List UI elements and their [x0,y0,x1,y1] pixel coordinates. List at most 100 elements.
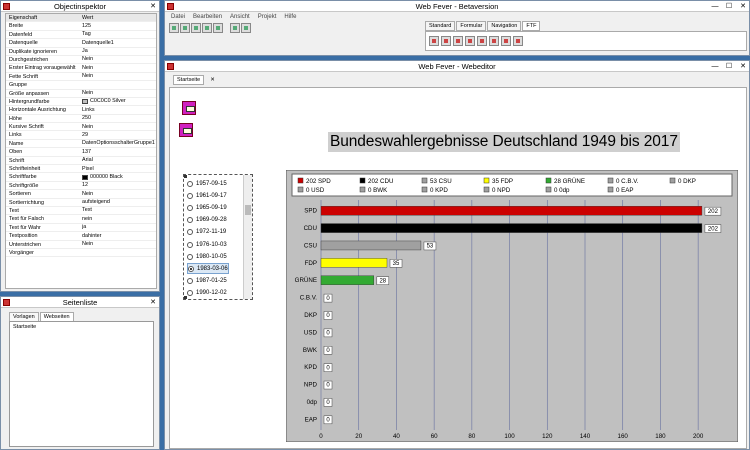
property-value[interactable]: 137 [82,148,156,155]
radio-button[interactable] [187,253,193,260]
menu-hilfe[interactable]: Hilfe [284,14,296,20]
scroll-thumb[interactable] [245,205,251,215]
property-row[interactable]: Gruppe [6,81,156,90]
property-value[interactable]: Nein [82,123,156,130]
property-row[interactable]: Duplikate ignorieren Ja [6,48,156,56]
radio-button[interactable] [187,290,193,297]
eraser-icon[interactable] [441,36,451,46]
object-inspector-titlebar[interactable]: Objectinspektor ✕ [1,1,159,12]
magenta-widget-icon[interactable] [182,101,196,115]
property-value[interactable]: 29 [82,131,156,138]
property-row[interactable]: Text für Falsch nein [6,215,156,224]
menu-projekt[interactable]: Projekt [258,14,277,20]
date-radio-option[interactable]: 1987-01-25 [187,276,227,287]
grid-icon[interactable] [489,36,499,46]
property-value[interactable]: Nein [82,56,156,63]
property-row[interactable]: Datenquelle Datenquelle1 [6,39,156,48]
property-row[interactable]: Text für Wahr ja [6,224,156,233]
property-row[interactable]: Kursive Schrift Nein [6,123,156,132]
ribbon-tab-standard[interactable]: Standard [425,21,456,31]
date-radio-option[interactable]: 1983-03-06 [187,263,229,275]
property-row[interactable]: Sortieren Nein [6,190,156,199]
property-value[interactable]: C0C0C0 Silver [82,98,156,105]
property-value[interactable] [82,249,156,256]
ribbon-tab-navigation[interactable]: Navigation [487,21,522,31]
property-value[interactable]: Arial [82,157,156,164]
toolbar-icon[interactable] [180,23,190,33]
property-value[interactable]: ja [82,224,156,231]
chart-icon[interactable] [513,36,523,46]
minimize-icon[interactable]: — [711,61,719,72]
minimize-icon[interactable]: — [711,1,719,12]
date-radio-option[interactable]: 1957-09-15 [187,178,227,189]
ribbon-tab-ftf[interactable]: FTF [522,21,541,31]
property-value[interactable]: Text [82,207,156,214]
date-radio-option[interactable]: 1965-09-19 [187,202,227,213]
property-value[interactable]: Nein [82,73,156,80]
maximize-icon[interactable]: ☐ [725,61,733,72]
main-titlebar[interactable]: Web Fever - Betaversion — ☐ ✕ [165,1,749,12]
property-value[interactable]: Nein [82,190,156,197]
property-row[interactable]: Text Text [6,207,156,216]
property-value[interactable]: aufsteigend [82,199,156,206]
property-row[interactable]: Links 29 [6,131,156,140]
date-radio-option[interactable]: 1990-12-02 [187,288,227,299]
bar-chart[interactable]: 202 SPD 202 CDU 53 CSU 35 FDP 28 GRÜNE 0 C.B.… [286,170,738,442]
magenta-widget-icon[interactable] [179,123,193,137]
property-row[interactable]: Fette Schrift Nein [6,73,156,82]
property-row[interactable]: Höhe 250 [6,115,156,124]
radio-button[interactable] [188,265,194,272]
radio-button[interactable] [187,278,193,285]
radio-button[interactable] [187,229,193,236]
close-icon[interactable]: ✕ [149,297,157,308]
seitenliste-titlebar[interactable]: Seitenliste ✕ [1,297,159,308]
eraser-icon[interactable] [429,36,439,46]
chart-title[interactable]: Bundeswahlergebnisse Deutschland 1949 bi… [328,132,680,152]
property-value[interactable]: 125 [82,22,156,29]
menu-bearbeiten[interactable]: Bearbeiten [193,14,222,20]
property-value[interactable]: Nein [82,241,156,248]
property-row[interactable]: Horizontale Ausrichtung Links [6,106,156,115]
close-tab-icon[interactable]: ✕ [210,77,215,83]
property-row[interactable]: Durchgestrichen Nein [6,56,156,65]
property-value[interactable]: Ja [82,48,156,55]
property-row[interactable]: Breite 125 [6,22,156,31]
property-value[interactable]: 250 [82,115,156,122]
property-value[interactable]: DatenOptionsschalterGruppe1 [82,140,156,147]
property-row[interactable]: Unterstrichen Nein [6,241,156,249]
property-row[interactable]: Erster Eintrag voraugewählt Nein [6,64,156,73]
radio-button[interactable] [187,217,193,224]
toolbar-icon[interactable] [191,23,201,33]
menu-datei[interactable]: Datei [171,14,185,20]
property-row[interactable]: Textposition dahinter [6,232,156,241]
date-radio-option[interactable]: 1980-10-05 [187,251,227,262]
toolbar-icon[interactable] [213,23,223,33]
property-row[interactable]: Hintergrundfarbe C0C0C0 Silver [6,98,156,107]
property-row[interactable]: Größe anpassen Nein [6,90,156,98]
property-row[interactable]: Schriftfarbe 000000 Black [6,173,156,182]
property-value[interactable]: Datenquelle1 [82,39,156,46]
property-value[interactable]: 12 [82,182,156,189]
date-radio-option[interactable]: 1969-09-28 [187,215,227,226]
property-value[interactable]: 000000 Black [82,173,156,180]
editor-canvas[interactable]: Bundeswahlergebnisse Deutschland 1949 bi… [169,87,747,449]
property-row[interactable]: Oben 137 [6,148,156,157]
property-value[interactable]: Nein [82,64,156,71]
close-icon[interactable]: ✕ [739,61,747,72]
close-icon[interactable]: ✕ [739,1,747,12]
radio-button[interactable] [187,204,193,211]
property-value[interactable] [82,81,156,88]
radio-button[interactable] [187,241,193,248]
table-icon[interactable] [477,36,487,46]
property-row[interactable]: Schrift Arial [6,157,156,166]
date-radio-group[interactable]: 1957-09-15 1961-09-17 1965-09-19 1969-09-28… [183,174,253,300]
property-value[interactable]: dahinter [82,232,156,239]
property-row[interactable]: Vorgänger [6,249,156,258]
property-row[interactable]: Schriftgröße 12 [6,182,156,191]
property-row[interactable]: Datenfeld Tag [6,31,156,40]
ribbon-tab-formular[interactable]: Formular [456,21,487,31]
date-radio-option[interactable]: 1976-10-03 [187,239,227,250]
toolbar-icon[interactable] [169,23,179,33]
menu-ansicht[interactable]: Ansicht [230,14,250,20]
date-radio-option[interactable]: 1972-11-19 [187,227,226,238]
